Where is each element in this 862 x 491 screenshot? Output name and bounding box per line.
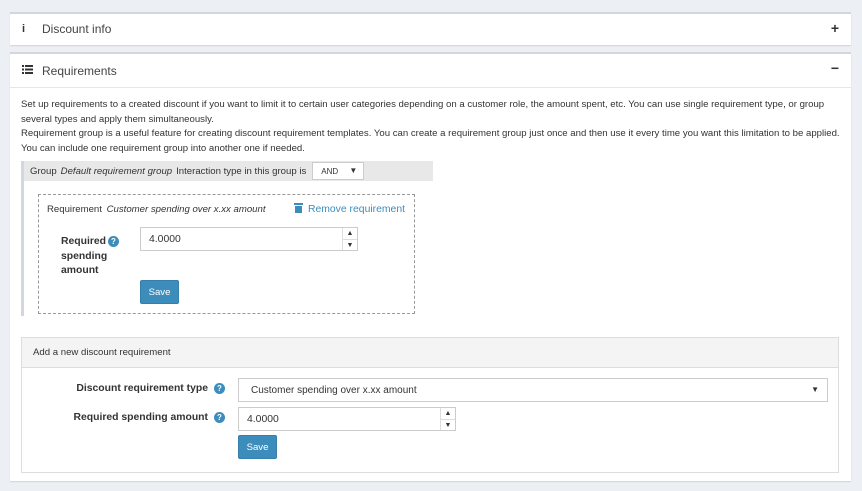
requirement-prefix: Requirement [47, 204, 102, 215]
requirement-title: Requirement Customer spending over x.xx … [47, 204, 266, 215]
spending-amount-input[interactable]: 4.0000 ▲ ▼ [238, 407, 456, 431]
info-icon: i [22, 23, 26, 35]
interaction-type-select[interactable]: AND ▼ [312, 162, 365, 180]
collapse-icon[interactable]: − [831, 60, 839, 76]
save-new-requirement-button[interactable]: Save [238, 435, 277, 459]
add-requirement-section: Add a new discount requirement Discount … [21, 337, 839, 473]
description-paragraph-2: Requirement group is a useful feature fo… [21, 128, 840, 154]
expand-icon[interactable]: + [831, 20, 839, 36]
discount-info-title: Discount info [42, 22, 112, 36]
trash-icon [293, 203, 303, 213]
spin-up-icon[interactable]: ▲ [441, 408, 455, 419]
discount-info-header[interactable]: i Discount info + [10, 14, 851, 44]
required-spending-value: 4.0000 [149, 233, 181, 245]
spin-down-icon[interactable]: ▼ [441, 419, 455, 430]
discount-info-panel: i Discount info + [10, 12, 851, 45]
interaction-type-value: AND [321, 166, 339, 176]
group-prefix: Group [30, 165, 57, 177]
remove-requirement-label: Remove requirement [307, 204, 405, 215]
spending-amount-label-text: Required spending amount [73, 412, 208, 423]
description-paragraph-1: Set up requirements to a created discoun… [21, 99, 825, 125]
requirement-name: Customer spending over x.xx amount [106, 204, 266, 215]
spending-amount-value: 4.0000 [247, 413, 279, 425]
group-bar: Group Default requirement group Interact… [24, 161, 433, 181]
list-icon [22, 64, 42, 77]
requirement-type-select[interactable]: Customer spending over x.xx amount ▼ [238, 378, 828, 402]
caret-down-icon: ▼ [349, 166, 358, 175]
requirements-description: Set up requirements to a created discoun… [21, 98, 841, 156]
help-icon[interactable]: ? [214, 412, 225, 423]
group-name: Default requirement group [60, 165, 173, 177]
add-requirement-title: Add a new discount requirement [22, 338, 838, 368]
requirement-type-value: Customer spending over x.xx amount [251, 384, 417, 396]
spin-down-icon[interactable]: ▼ [343, 239, 357, 250]
remove-requirement-link[interactable]: Remove requirement [293, 203, 405, 215]
caret-down-icon: ▼ [811, 385, 819, 394]
number-spinner[interactable]: ▲ ▼ [342, 228, 357, 250]
required-spending-input[interactable]: 4.0000 ▲ ▼ [140, 227, 358, 251]
help-icon[interactable]: ? [108, 236, 119, 247]
save-requirement-button[interactable]: Save [140, 280, 179, 304]
requirement-group: Group Default requirement group Interact… [21, 161, 433, 316]
requirements-title: Requirements [42, 63, 117, 78]
requirement-type-label-text: Discount requirement type [76, 383, 208, 394]
help-icon[interactable]: ? [214, 383, 225, 394]
spending-amount-label: Required spending amount? [52, 412, 225, 423]
required-spending-label: Required spending amount ? [61, 235, 131, 279]
spin-up-icon[interactable]: ▲ [343, 228, 357, 239]
required-spending-label-text: Required spending amount [61, 236, 108, 276]
requirement-box: Requirement Customer spending over x.xx … [38, 194, 415, 314]
requirements-panel: Requirements − Set up requirements to a … [10, 52, 851, 481]
number-spinner[interactable]: ▲ ▼ [440, 408, 455, 430]
requirements-header[interactable]: Requirements − [10, 54, 851, 88]
requirement-type-label: Discount requirement type? [52, 383, 225, 394]
interaction-type-label: Interaction type in this group is [176, 165, 307, 177]
